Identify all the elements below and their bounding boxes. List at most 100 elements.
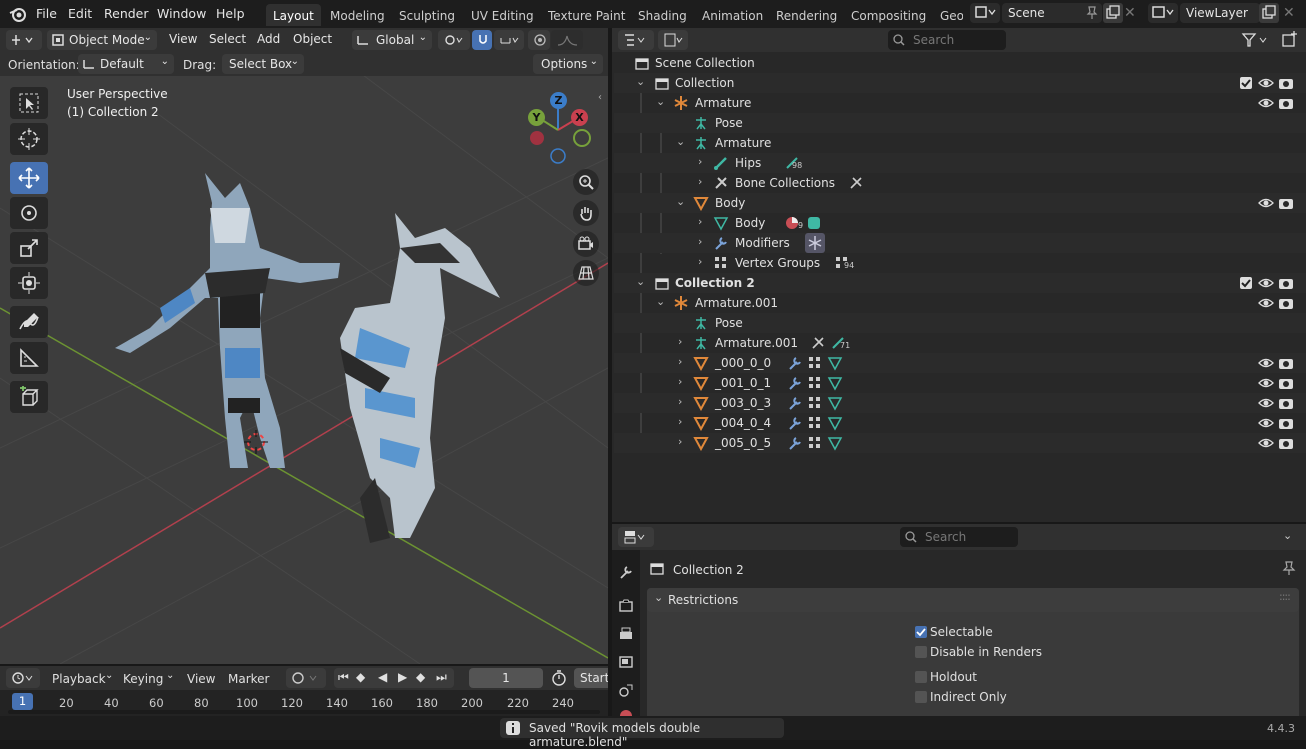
eye-icon[interactable] (1258, 295, 1274, 311)
outliner-row-vertex-groups[interactable]: › Vertex Groups 94 (614, 253, 1306, 273)
viewport-area[interactable]: User Perspective (1) Collection 2 Z X Y … (0, 28, 608, 664)
menu-edit[interactable]: Edit (68, 6, 92, 21)
view-layer-tab-icon[interactable] (618, 654, 634, 670)
jump-start-icon[interactable]: ⏮ (338, 670, 349, 685)
gizmo-x-axis[interactable]: X (571, 109, 588, 126)
eye-icon[interactable] (1258, 195, 1274, 211)
menu-help[interactable]: Help (216, 6, 245, 21)
scale-tool-icon[interactable] (10, 232, 48, 264)
outliner-row-mesh-004[interactable]: › _004_0_4 (614, 413, 1306, 433)
delete-scene-icon[interactable]: ✕ (1124, 5, 1140, 21)
exclude-checkbox-icon[interactable] (1239, 276, 1253, 290)
scene-selector-icon[interactable] (970, 3, 1000, 23)
eye-icon[interactable] (1258, 275, 1274, 291)
stopwatch-icon[interactable] (551, 670, 567, 686)
eye-icon[interactable] (1258, 355, 1274, 371)
new-viewlayer-icon[interactable] (1259, 3, 1279, 23)
add-cube-tool-icon[interactable] (10, 381, 48, 413)
outliner-row-collection[interactable]: ⌄ Collection (614, 73, 1306, 93)
drag-dropdown[interactable]: Select Box ⌄ (222, 54, 304, 74)
exclude-checkbox-icon[interactable] (1239, 76, 1253, 90)
timeline-scrollbar[interactable] (8, 710, 600, 714)
select-box-tool-icon[interactable] (10, 87, 48, 119)
outliner-row-mesh-005[interactable]: › _005_0_5 (614, 433, 1306, 453)
tab-sculpting[interactable]: Sculpting (392, 4, 462, 26)
falloff-icon[interactable] (551, 30, 583, 50)
menu-window[interactable]: Window (157, 6, 206, 21)
disable-renders-checkbox[interactable] (915, 646, 927, 658)
restrictions-panel-header[interactable]: ⌄ Restrictions :::: (647, 588, 1299, 612)
outliner-row-armature-data[interactable]: ⌄ Armature (614, 133, 1306, 153)
collapse-arrow-icon[interactable]: ⌄ (676, 135, 685, 148)
eye-icon[interactable] (1258, 75, 1274, 91)
outliner-row-pose[interactable]: Pose (614, 113, 1306, 133)
eye-icon[interactable] (1258, 395, 1274, 411)
camera-icon[interactable] (1278, 375, 1294, 391)
expand-arrow-icon[interactable]: › (698, 175, 702, 188)
properties-options-chevron-icon[interactable]: ⌄ (1283, 529, 1292, 542)
expand-arrow-icon[interactable]: › (678, 375, 682, 388)
outliner-row-body-object[interactable]: ⌄ Body (614, 193, 1306, 213)
menu-file[interactable]: File (36, 6, 57, 21)
new-scene-icon[interactable] (1103, 3, 1123, 23)
tool-tab-icon[interactable] (618, 564, 634, 580)
tab-animation[interactable]: Animation (695, 4, 770, 26)
zoom-icon[interactable] (573, 169, 599, 195)
perspective-toggle-icon[interactable] (573, 260, 599, 286)
expand-arrow-icon[interactable]: › (698, 155, 702, 168)
drag-handle-icon[interactable]: :::: (1279, 590, 1291, 603)
outliner-row-armature-001[interactable]: ⌄ Armature.001 (614, 293, 1306, 313)
render-tab-icon[interactable] (618, 598, 634, 614)
timeline-editor-type-icon[interactable] (6, 668, 40, 688)
timeline-view-menu[interactable]: View (187, 672, 215, 686)
outliner-row-modifiers[interactable]: › Modifiers (614, 233, 1306, 253)
camera-icon[interactable] (1278, 395, 1294, 411)
camera-icon[interactable] (1278, 295, 1294, 311)
eye-icon[interactable] (1258, 375, 1274, 391)
pivot-icon[interactable] (438, 30, 470, 50)
gizmo-y-axis[interactable]: Y (528, 109, 545, 126)
auto-keying-icon[interactable] (286, 668, 326, 688)
camera-icon[interactable] (1278, 435, 1294, 451)
tab-layout[interactable]: Layout (266, 4, 321, 26)
next-keyframe-icon[interactable]: ◆ (416, 670, 425, 684)
pin-icon[interactable] (1282, 561, 1296, 575)
character-model-2[interactable] (320, 208, 520, 568)
transform-orientation-dropdown[interactable]: Global ⌄ (352, 30, 432, 50)
holdout-checkbox[interactable] (915, 671, 927, 683)
scene-name-field[interactable]: Scene (1002, 3, 1102, 23)
transform-tool-icon[interactable] (10, 267, 48, 299)
expand-arrow-icon[interactable]: › (678, 335, 682, 348)
outliner-row-body-mesh[interactable]: › Body 9 (614, 213, 1306, 233)
collapse-arrow-icon[interactable]: ⌄ (636, 75, 645, 88)
jump-end-icon[interactable]: ⏭ (436, 670, 447, 685)
expand-arrow-icon[interactable]: › (678, 395, 682, 408)
viewlayer-name-field[interactable]: ViewLayer (1180, 3, 1260, 23)
gizmo-z-axis[interactable]: Z (550, 92, 567, 109)
outliner-row-hips[interactable]: › Hips 98 (614, 153, 1306, 173)
camera-icon[interactable] (1278, 195, 1294, 211)
camera-view-icon[interactable] (573, 231, 599, 257)
viewlayer-selector-icon[interactable] (1148, 3, 1178, 23)
properties-search-input[interactable]: Search (900, 527, 1018, 547)
outliner-row-collection-2[interactable]: ⌄ Collection 2 (614, 273, 1306, 293)
outliner-row-scene-collection[interactable]: Scene Collection (614, 53, 1306, 73)
properties-editor-type-icon[interactable] (618, 527, 654, 547)
camera-icon[interactable] (1278, 275, 1294, 291)
outliner-row-mesh-000[interactable]: › _000_0_0 (614, 353, 1306, 373)
menu-add[interactable]: Add (257, 32, 280, 46)
menu-object[interactable]: Object (293, 32, 332, 46)
play-icon[interactable]: ▶ (398, 670, 407, 684)
tab-uv-editing[interactable]: UV Editing (464, 4, 541, 26)
expand-arrow-icon[interactable]: › (698, 215, 702, 228)
options-dropdown[interactable]: Options ⌄ (533, 54, 603, 74)
camera-icon[interactable] (1278, 415, 1294, 431)
tab-texture-paint[interactable]: Texture Paint (541, 4, 632, 26)
scene-tab-icon[interactable] (618, 682, 634, 698)
eye-icon[interactable] (1258, 435, 1274, 451)
annotate-tool-icon[interactable] (10, 306, 48, 338)
rotate-tool-icon[interactable] (10, 197, 48, 229)
move-tool-icon[interactable] (10, 162, 48, 194)
tab-modeling[interactable]: Modeling (323, 4, 392, 26)
expand-arrow-icon[interactable]: › (698, 255, 702, 268)
